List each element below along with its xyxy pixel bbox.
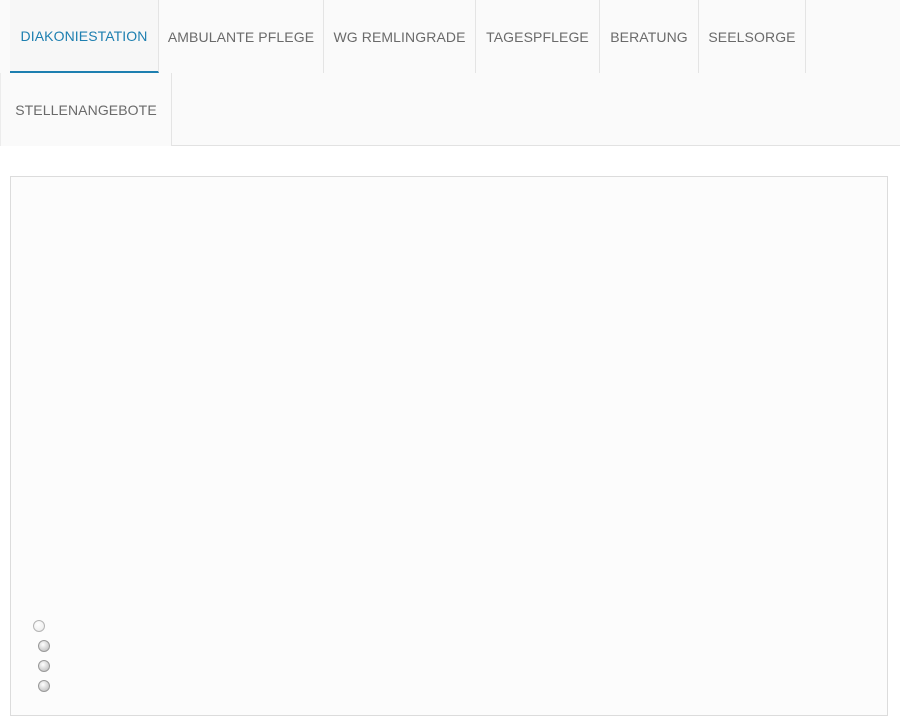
- nav-item-beratung[interactable]: BERATUNG: [600, 0, 699, 73]
- main-navigation: DIAKONIESTATION AMBULANTE PFLEGE WG REML…: [0, 0, 900, 146]
- slider-dot-1[interactable]: [33, 620, 45, 632]
- nav-item-tagespflege[interactable]: TAGESPFLEGE: [476, 0, 600, 73]
- nav-item-stellenangebote[interactable]: STELLENANGEBOTE: [0, 73, 172, 146]
- slider-dot-2[interactable]: [38, 640, 50, 652]
- nav-item-wg-remlingrade[interactable]: WG REMLINGRADE: [324, 0, 476, 73]
- nav-item-seelsorge[interactable]: SEELSORGE: [699, 0, 806, 73]
- image-slider: [10, 176, 888, 716]
- slider-dot-4[interactable]: [38, 680, 50, 692]
- slider-dot-3[interactable]: [38, 660, 50, 672]
- nav-item-diakoniestation[interactable]: DIAKONIESTATION: [10, 0, 159, 73]
- nav-item-ambulante-pflege[interactable]: AMBULANTE PFLEGE: [159, 0, 324, 73]
